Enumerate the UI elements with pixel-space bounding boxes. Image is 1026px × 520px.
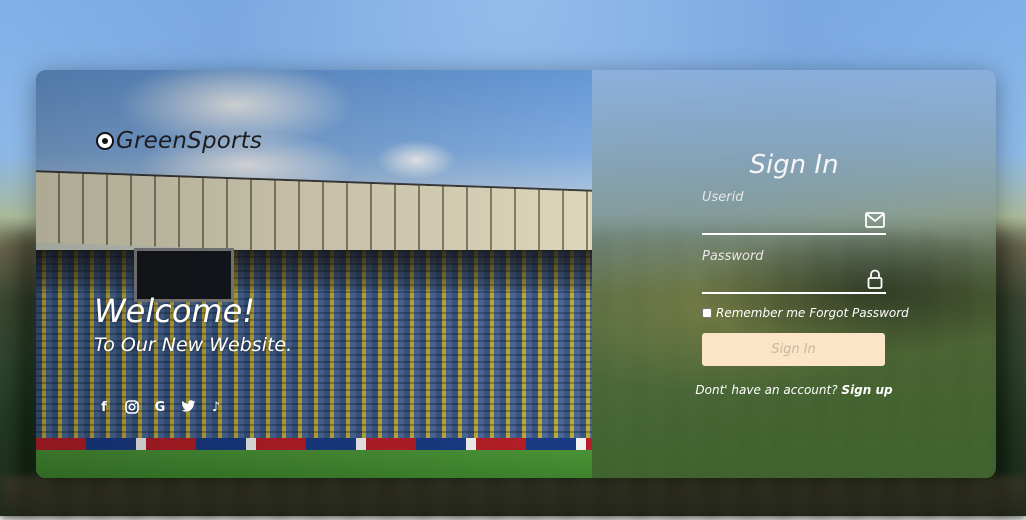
userid-input[interactable] <box>702 211 856 229</box>
signup-link[interactable]: Sign up <box>841 383 892 397</box>
no-account-text: Dont' have an account? <box>695 383 838 397</box>
lock-icon <box>864 268 886 290</box>
userid-label: Userid <box>702 190 744 205</box>
userid-row <box>702 207 886 235</box>
userid-field: Userid <box>702 190 886 235</box>
instagram-icon[interactable] <box>124 400 140 416</box>
welcome-tagline: To Our New Website. <box>94 334 293 356</box>
mail-icon <box>864 209 886 231</box>
page-background-bottom <box>0 476 1026 516</box>
social-links: f G ♪ <box>96 400 224 416</box>
signup-prompt: Dont' have an account? Sign up <box>592 383 996 397</box>
tiktok-icon[interactable]: ♪ <box>208 400 224 416</box>
signin-button[interactable]: Sign In <box>702 333 885 366</box>
welcome-heading: Welcome! <box>94 292 256 330</box>
password-field: Password <box>702 249 886 294</box>
soccer-ball-icon <box>96 132 114 150</box>
signin-title: Sign In <box>749 150 839 180</box>
twitter-icon[interactable] <box>180 400 196 416</box>
login-card: GreenSports Welcome! To Our New Website.… <box>36 70 996 478</box>
password-input[interactable] <box>702 270 856 288</box>
hero-panel: GreenSports Welcome! To Our New Website.… <box>36 70 592 478</box>
remember-row: Remember me Forgot Password <box>702 306 909 320</box>
password-label: Password <box>702 249 764 264</box>
forgot-password-link[interactable]: Forgot Password <box>809 306 908 320</box>
brand-name: GreenSports <box>116 128 263 154</box>
google-icon[interactable]: G <box>152 400 168 416</box>
remember-label[interactable]: Remember me <box>716 306 805 320</box>
brand-logo[interactable]: GreenSports <box>96 128 262 154</box>
signin-panel: Sign In Userid Password Remember me Forgo… <box>592 70 996 478</box>
password-row <box>702 266 886 294</box>
remember-checkbox[interactable] <box>702 308 712 318</box>
facebook-icon[interactable]: f <box>96 400 112 416</box>
